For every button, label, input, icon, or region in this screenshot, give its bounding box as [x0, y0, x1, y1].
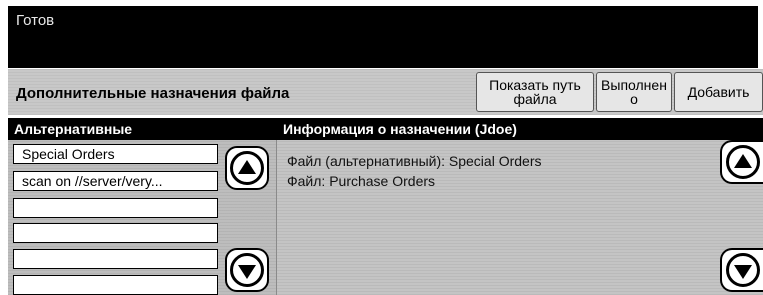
list-item[interactable]: scan on //server/very...	[13, 171, 218, 191]
execute-button[interactable]: Выполнен о	[596, 72, 672, 112]
list-item[interactable]	[13, 198, 218, 218]
arrow-up-icon	[230, 151, 264, 185]
execute-label-line1: Выполнен	[601, 77, 667, 93]
info-scroll-up-button[interactable]	[720, 140, 763, 184]
arrow-up-icon	[725, 145, 760, 179]
alternatives-scroll-down-button[interactable]	[225, 248, 269, 292]
destination-info-header-label: Информация о назначении (Jdoe)	[283, 121, 517, 137]
alternatives-scroll-up-button[interactable]	[225, 146, 269, 190]
execute-label-line2: о	[630, 91, 638, 107]
arrow-down-icon	[725, 253, 760, 287]
list-item[interactable]	[13, 275, 218, 295]
list-item[interactable]	[13, 223, 218, 243]
list-item[interactable]: Special Orders	[13, 144, 218, 164]
info-line-file: Файл: Purchase Orders	[287, 173, 436, 189]
show-file-path-label-line2: файла	[513, 91, 557, 107]
list-item[interactable]	[13, 249, 218, 269]
arrow-down-icon	[230, 253, 264, 287]
info-line-alternative-file: Файл (альтернативный): Special Orders	[287, 153, 542, 169]
show-file-path-label-line1: Показать путь	[489, 77, 581, 93]
status-bar	[8, 6, 758, 68]
add-button[interactable]: Добавить	[674, 72, 763, 112]
show-file-path-button[interactable]: Показать путь файла	[476, 72, 594, 112]
page-title: Дополнительные назначения файла	[16, 85, 290, 102]
alternatives-header-label: Альтернативные	[14, 121, 133, 137]
add-label: Добавить	[687, 84, 750, 100]
status-text: Готов	[16, 12, 55, 29]
info-scroll-down-button[interactable]	[720, 248, 763, 292]
